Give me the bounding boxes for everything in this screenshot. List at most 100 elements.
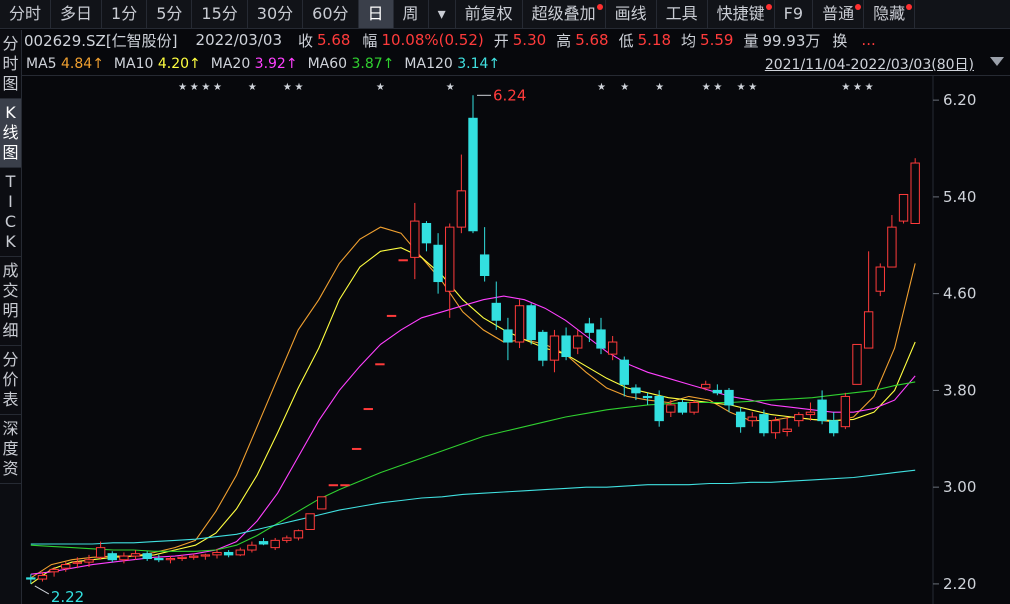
date-range-label[interactable]: 2021/11/04-2022/03/03(80日) [765, 54, 974, 74]
sidebar-item-1[interactable]: K线图 [0, 99, 21, 168]
toolbar-item-17[interactable]: 隐藏 [864, 0, 916, 28]
candle-body [619, 359, 629, 385]
candle-body [107, 553, 117, 561]
toolbar-item-9[interactable]: ▾ [429, 0, 456, 28]
star-marker: ★ [178, 82, 187, 93]
candle-body [724, 389, 734, 406]
ma-item-ma60[interactable]: MA60 3.87↑ [308, 56, 395, 72]
toolbar-item-0[interactable]: 分时 [0, 0, 52, 28]
candle-body [177, 556, 187, 560]
sidebar-item-3[interactable]: 成交明细 [0, 257, 21, 346]
open-label: 开 [493, 31, 509, 50]
notify-dot-icon [596, 4, 603, 10]
candle-body [410, 220, 420, 258]
candle-body [852, 343, 862, 385]
view-sidebar: 分时图K线图TICK成交明细分价表深度资 [0, 30, 22, 604]
toolbar-item-8[interactable]: 周 [394, 0, 429, 28]
ma-item-ma120[interactable]: MA120 3.14↑ [404, 56, 500, 72]
toolbar-item-4[interactable]: 15分 [192, 0, 248, 28]
toolbar-item-5[interactable]: 30分 [248, 0, 304, 28]
ma-name: MA20 [210, 56, 255, 72]
candle-body [84, 559, 94, 563]
toolbar-item-16[interactable]: 普通 [813, 0, 865, 28]
candlestick-chart[interactable]: 6.205.404.603.803.002.20★ ★ ★ ★ ★ ★ ★ ★ ★ ★ ★ ★ ★ ★ ★ ★… [21, 76, 1010, 604]
period-toolbar: 分时 多日 1分 5分 15分 30分 60分日周 ▾ 前复权 超级叠加 画线 工具 快捷键 F9 普通 隐藏 [0, 0, 1010, 29]
sidebar-item-0[interactable]: 分时图 [0, 30, 21, 99]
stock-code[interactable]: 002629.SZ[仁智股份] [24, 30, 178, 51]
candle-body [398, 259, 408, 262]
toolbar-item-12[interactable]: 画线 [606, 0, 657, 28]
ma-value: 3.14↑ [457, 56, 501, 72]
candle-body [747, 416, 757, 422]
quote-info-bar: 002629.SZ[仁智股份] 2022/03/03 收 5.68 幅 10.08%… [0, 29, 1010, 51]
ma-item-ma10[interactable]: MA10 4.20↑ [114, 56, 201, 72]
volume-value: 99.93万 [762, 31, 821, 50]
sidebar-item-5[interactable]: 深度资 [0, 415, 21, 484]
candle-body [363, 408, 373, 411]
candle-body [863, 311, 874, 349]
candle-body [142, 553, 152, 560]
candle-body [317, 496, 327, 510]
candle-body [130, 553, 141, 557]
ma-name: MA120 [404, 56, 458, 72]
candle-body [305, 513, 315, 530]
candle-body [223, 551, 234, 556]
toolbar-item-15[interactable]: F9 [775, 0, 814, 28]
candle-body [433, 244, 443, 283]
sidebar-item-4[interactable]: 分价表 [0, 346, 21, 415]
star-marker: ★ [376, 82, 385, 93]
candle-body [340, 484, 350, 487]
candle-body [26, 577, 36, 580]
candle-body [421, 223, 432, 244]
candle-body [817, 399, 827, 422]
low-value: 5.18 [637, 31, 672, 49]
star-marker: ★ [190, 82, 199, 93]
candle-body [910, 162, 920, 225]
star-marker: ★ [702, 82, 711, 93]
candle-body [642, 395, 653, 399]
toolbar-item-6[interactable]: 60分 [303, 0, 359, 28]
candle-body [154, 558, 164, 561]
range-dropdown-icon[interactable] [990, 57, 1004, 66]
star-marker: ★ [737, 82, 746, 93]
toolbar-item-14[interactable]: 快捷键 [708, 0, 775, 28]
candle-body [445, 226, 455, 292]
close-value: 5.68 [317, 31, 351, 49]
toolbar-item-11[interactable]: 超级叠加 [523, 0, 606, 28]
star-marker: ★ [853, 82, 862, 93]
candle-body [805, 411, 816, 416]
candle-body [479, 254, 490, 277]
candle-body [526, 305, 536, 341]
avg-value: 5.59 [700, 31, 734, 49]
candle-body [270, 539, 280, 549]
ma-value: 4.20↑ [157, 56, 201, 72]
star-marker: ★ [248, 82, 257, 93]
toolbar-item-13[interactable]: 工具 [657, 0, 708, 28]
candle-body [596, 329, 606, 349]
y-tick-label: 3.00 [943, 478, 976, 496]
candle-body [375, 363, 385, 366]
high-label: 高 [556, 31, 572, 50]
star-marker: ★ [713, 82, 722, 93]
notify-dot-icon [765, 4, 772, 10]
candle-body [759, 414, 769, 434]
candle-body [386, 314, 397, 317]
ma-item-ma5[interactable]: MA5 4.84↑ [26, 56, 104, 72]
toolbar-item-1[interactable]: 多日 [51, 0, 103, 28]
candle-body [61, 564, 71, 569]
candle-body [538, 331, 548, 361]
ma-item-ma20[interactable]: MA20 3.92↑ [211, 56, 298, 72]
sidebar-item-2[interactable]: TICK [0, 168, 21, 257]
more-button[interactable]: ... [861, 31, 875, 49]
high-value: 5.68 [575, 31, 609, 49]
candle-body [235, 549, 245, 556]
ma-line-ma5 [30, 226, 916, 579]
ma-line-ma60 [30, 381, 916, 552]
toolbar-item-3[interactable]: 5分 [147, 0, 193, 28]
avg-label: 均 [681, 31, 697, 50]
quote-date: 2022/03/03 [195, 31, 282, 49]
toolbar-item-7[interactable]: 日 [358, 0, 394, 28]
toolbar-item-2[interactable]: 1分 [102, 0, 148, 28]
toolbar-item-10[interactable]: 前复权 [456, 0, 523, 28]
star-marker: ★ [446, 82, 455, 93]
